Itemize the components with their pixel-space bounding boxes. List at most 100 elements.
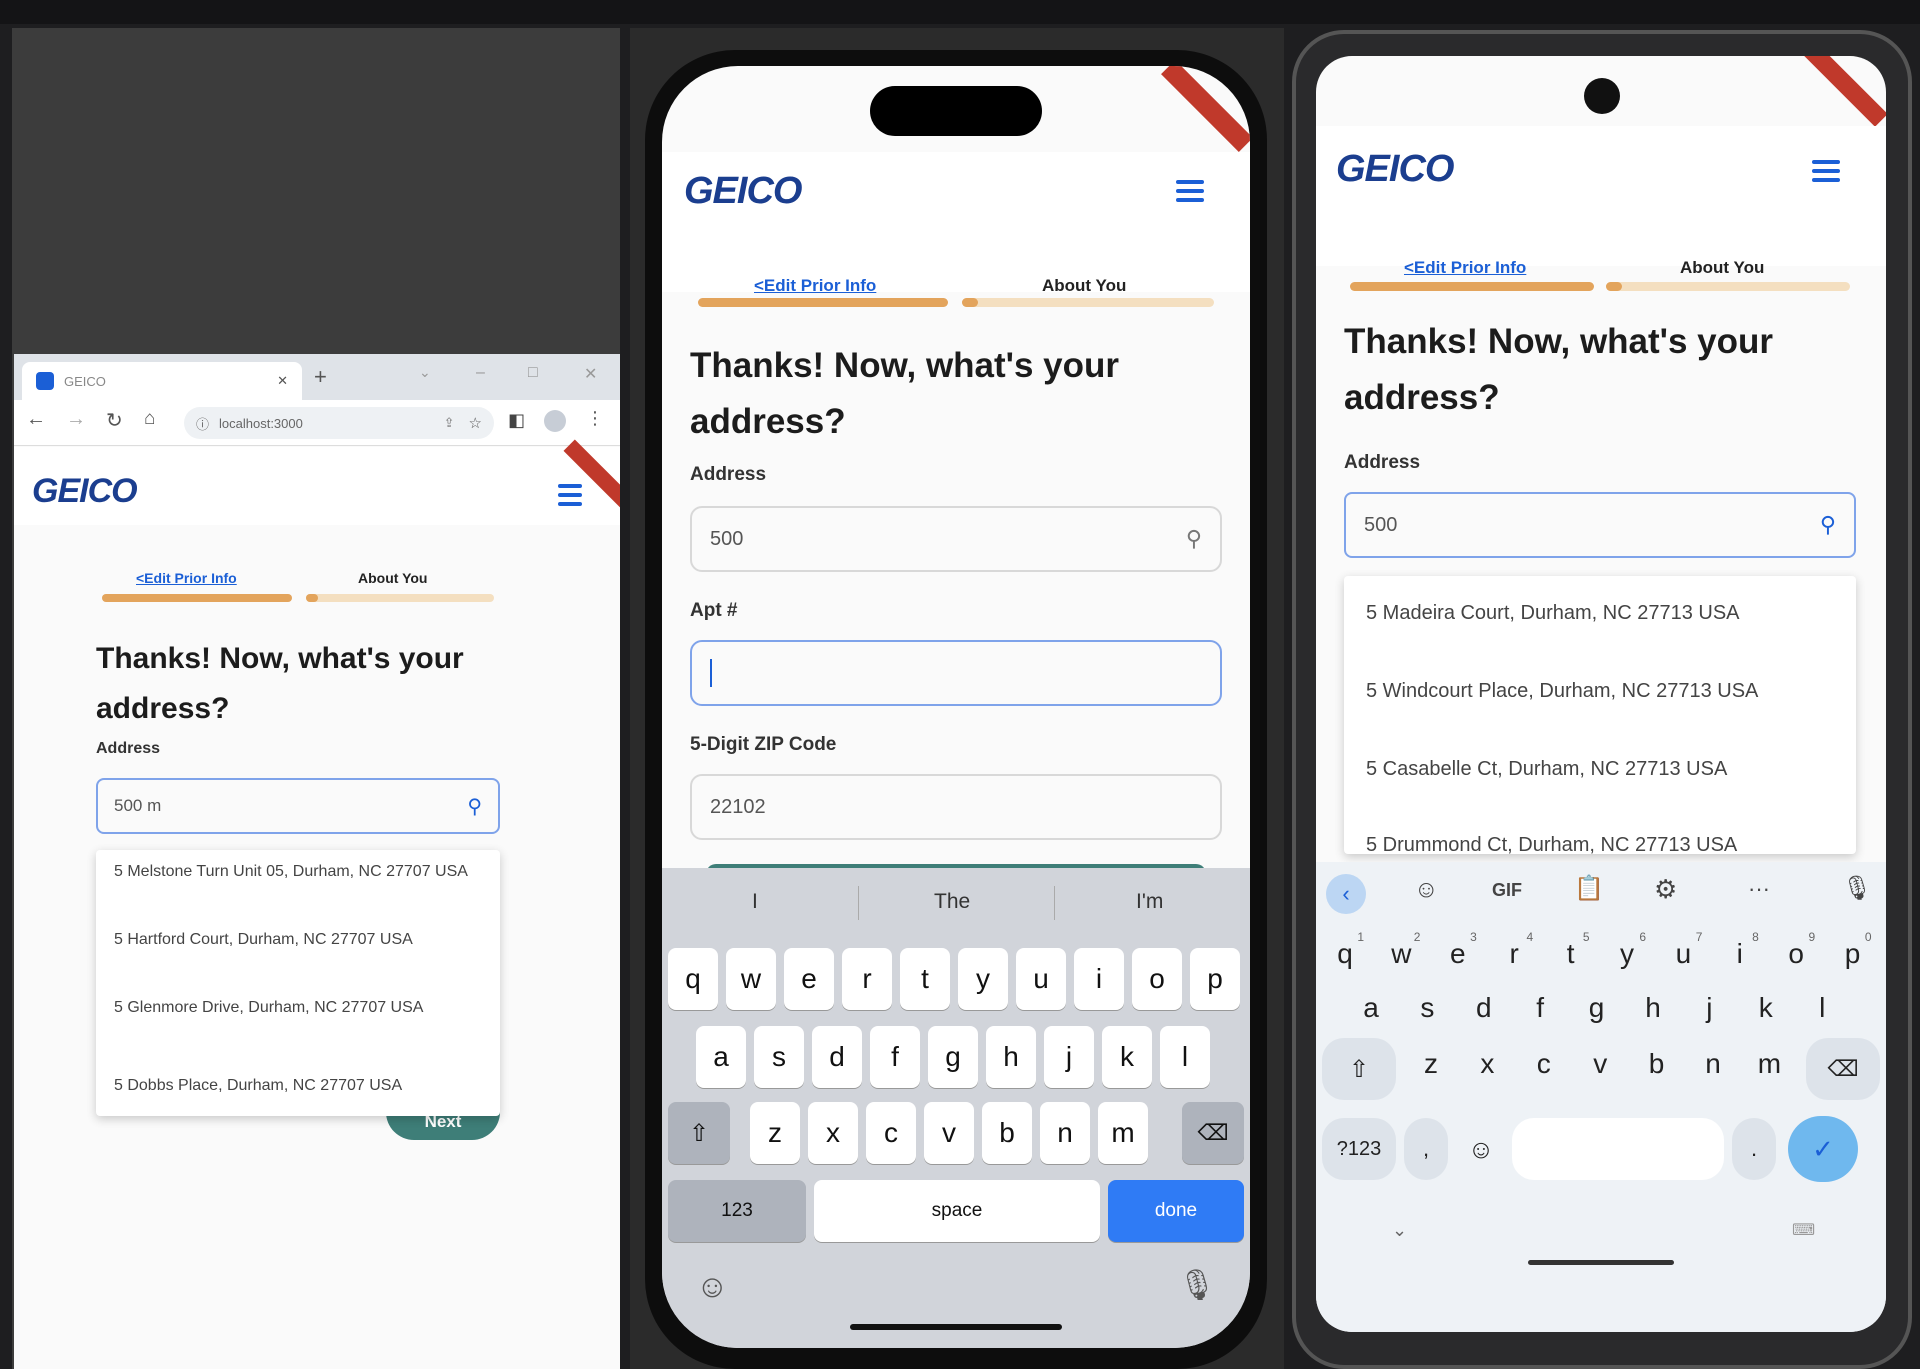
hide-keyboard-icon[interactable]: ⌄	[1392, 1220, 1407, 1241]
new-tab-button[interactable]: +	[314, 364, 327, 390]
keyboard-switch-icon[interactable]: ⌨	[1792, 1220, 1815, 1240]
prediction-item[interactable]: I'm	[1136, 890, 1163, 914]
menu-kebab-icon[interactable]: ⋮	[586, 408, 604, 429]
key-x[interactable]: x	[1462, 1038, 1512, 1090]
key-a[interactable]: a	[696, 1026, 746, 1088]
key-z[interactable]: z	[750, 1102, 800, 1164]
close-tab-icon[interactable]: ✕	[277, 373, 288, 389]
key-x[interactable]: x	[808, 1102, 858, 1164]
address-suggestion[interactable]: 5 Drummond Ct, Durham, NC 27713 USA	[1366, 834, 1737, 854]
maximize-button[interactable]: □	[528, 364, 538, 382]
prediction-item[interactable]: The	[934, 890, 970, 914]
key-z[interactable]: z	[1406, 1038, 1456, 1090]
period-key[interactable]: .	[1732, 1118, 1776, 1180]
backspace-key[interactable]: ⌫	[1182, 1102, 1244, 1164]
key-s[interactable]: s	[1402, 982, 1452, 1034]
microphone-icon[interactable]: 🎙	[1842, 874, 1872, 903]
key-q[interactable]: q	[668, 948, 718, 1010]
key-i[interactable]: i	[1074, 948, 1124, 1010]
emoji-icon[interactable]: ☺	[696, 1268, 729, 1305]
key-k[interactable]: k	[1741, 982, 1791, 1034]
key-v[interactable]: v	[924, 1102, 974, 1164]
address-suggestion[interactable]: 5 Hartford Court, Durham, NC 27707 USA	[114, 926, 484, 954]
key-q[interactable]: q1	[1320, 928, 1370, 980]
key-r[interactable]: r	[842, 948, 892, 1010]
close-window-button[interactable]: ✕	[584, 364, 597, 384]
address-input[interactable]: 500 ⚲	[1344, 492, 1856, 558]
key-m[interactable]: m	[1744, 1038, 1794, 1090]
address-suggestion[interactable]: 5 Casabelle Ct, Durham, NC 27713 USA	[1366, 758, 1727, 781]
emoji-icon[interactable]: ☺	[1456, 1118, 1506, 1180]
key-h[interactable]: h	[986, 1026, 1036, 1088]
address-suggestion[interactable]: 5 Dobbs Place, Durham, NC 27707 USA	[114, 1072, 484, 1100]
share-icon[interactable]: ⇪	[444, 415, 455, 431]
key-l[interactable]: l	[1160, 1026, 1210, 1088]
microphone-icon[interactable]: 🎙	[1178, 1268, 1216, 1303]
key-g[interactable]: g	[1572, 982, 1622, 1034]
shift-key[interactable]: ⇧	[1322, 1038, 1396, 1100]
key-a[interactable]: a	[1346, 982, 1396, 1034]
key-f[interactable]: f	[1515, 982, 1565, 1034]
enter-check-key[interactable]: ✓	[1788, 1116, 1858, 1182]
key-t[interactable]: t5	[1546, 928, 1596, 980]
clipboard-icon[interactable]: 📋	[1574, 874, 1604, 903]
done-key[interactable]: done	[1108, 1180, 1244, 1242]
reload-icon[interactable]: ↻	[106, 408, 123, 433]
gear-icon[interactable]: ⚙	[1654, 874, 1677, 905]
backspace-key[interactable]: ⌫	[1806, 1038, 1880, 1100]
address-bar[interactable]: ⓘ localhost:3000 ⇪ ☆	[184, 407, 494, 439]
profile-icon[interactable]	[544, 410, 566, 432]
key-c[interactable]: c	[1519, 1038, 1569, 1090]
key-w[interactable]: w	[726, 948, 776, 1010]
hamburger-menu-icon[interactable]	[1176, 180, 1204, 207]
forward-icon[interactable]: →	[66, 408, 86, 431]
side-panel-icon[interactable]: ◧	[508, 410, 525, 431]
key-f[interactable]: f	[870, 1026, 920, 1088]
key-w[interactable]: w2	[1376, 928, 1426, 980]
browser-tab[interactable]: GEICO ✕	[22, 362, 302, 400]
key-u[interactable]: u	[1016, 948, 1066, 1010]
address-suggestion[interactable]: 5 Madeira Court, Durham, NC 27713 USA	[1366, 602, 1740, 625]
space-key[interactable]	[1512, 1118, 1724, 1180]
key-d[interactable]: d	[812, 1026, 862, 1088]
more-button[interactable]: ···	[1748, 876, 1770, 902]
key-t[interactable]: t	[900, 948, 950, 1010]
key-u[interactable]: u7	[1658, 928, 1708, 980]
key-n[interactable]: n	[1040, 1102, 1090, 1164]
star-icon[interactable]: ☆	[469, 414, 482, 432]
address-suggestion[interactable]: 5 Windcourt Place, Durham, NC 27713 USA	[1366, 680, 1758, 703]
key-m[interactable]: m	[1098, 1102, 1148, 1164]
address-input[interactable]: 500 ⚲	[690, 506, 1222, 572]
address-input[interactable]: 500 m ⚲	[96, 778, 500, 834]
back-chevron-icon[interactable]: ‹	[1326, 874, 1366, 914]
key-p[interactable]: p	[1190, 948, 1240, 1010]
apt-input[interactable]	[690, 640, 1222, 706]
space-key[interactable]: space	[814, 1180, 1100, 1242]
key-b[interactable]: b	[1632, 1038, 1682, 1090]
key-h[interactable]: h	[1628, 982, 1678, 1034]
key-p[interactable]: p0	[1828, 928, 1878, 980]
key-s[interactable]: s	[754, 1026, 804, 1088]
key-y[interactable]: y	[958, 948, 1008, 1010]
key-o[interactable]: o9	[1771, 928, 1821, 980]
key-r[interactable]: r4	[1489, 928, 1539, 980]
back-icon[interactable]: ←	[26, 408, 46, 431]
edit-prior-info-link[interactable]: <Edit Prior Info	[1404, 258, 1526, 278]
key-o[interactable]: o	[1132, 948, 1182, 1010]
key-l[interactable]: l	[1797, 982, 1847, 1034]
comma-key[interactable]: ,	[1404, 1118, 1448, 1180]
key-e[interactable]: e	[784, 948, 834, 1010]
minimize-button[interactable]: –	[476, 364, 485, 382]
key-i[interactable]: i8	[1715, 928, 1765, 980]
edit-prior-info-link[interactable]: <Edit Prior Info	[754, 276, 876, 296]
key-j[interactable]: j	[1044, 1026, 1094, 1088]
shift-key[interactable]: ⇧	[668, 1102, 730, 1164]
home-icon[interactable]: ⌂	[144, 408, 155, 430]
address-suggestion[interactable]: 5 Glenmore Drive, Durham, NC 27707 USA	[114, 994, 484, 1022]
key-n[interactable]: n	[1688, 1038, 1738, 1090]
key-j[interactable]: j	[1684, 982, 1734, 1034]
key-c[interactable]: c	[866, 1102, 916, 1164]
numbers-key[interactable]: 123	[668, 1180, 806, 1242]
key-v[interactable]: v	[1575, 1038, 1625, 1090]
zip-input[interactable]: 22102	[690, 774, 1222, 840]
